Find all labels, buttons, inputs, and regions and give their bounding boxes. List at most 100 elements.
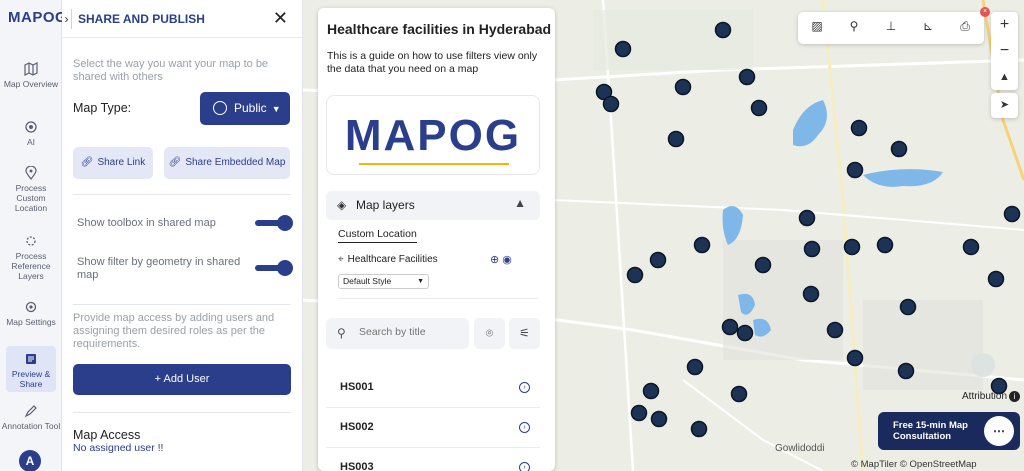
navigate-arrow-icon[interactable]: ➤: [991, 93, 1018, 118]
chat-icon[interactable]: ⋯: [984, 416, 1014, 446]
facility-marker[interactable]: [736, 324, 754, 342]
copyright: © MapTiler © OpenStreetMap contributors: [851, 459, 977, 471]
facility-marker[interactable]: [730, 385, 748, 403]
layer-item: ⌖ Healthcare Facilities: [338, 254, 438, 265]
facility-marker[interactable]: [798, 209, 816, 227]
facility-marker[interactable]: [962, 238, 980, 256]
search-icon[interactable]: ⚲: [845, 19, 863, 33]
facility-marker[interactable]: [846, 161, 864, 179]
divider: [338, 298, 538, 299]
style-select[interactable]: Default Style ▼: [338, 274, 429, 289]
facility-marker[interactable]: [626, 266, 644, 284]
globe-icon: [213, 101, 227, 115]
list-item[interactable]: HS001 ›: [326, 368, 540, 408]
facility-marker[interactable]: [693, 236, 711, 254]
facility-marker[interactable]: [754, 256, 772, 274]
card-title: Healthcare facilities in Hyderabad: [327, 21, 552, 37]
facility-marker[interactable]: [802, 285, 820, 303]
filter-settings-button[interactable]: ⚟: [509, 318, 540, 349]
app-logo[interactable]: MAPOG: [8, 9, 67, 26]
facility-marker[interactable]: [642, 382, 660, 400]
chevron-right-icon[interactable]: ›: [519, 462, 530, 471]
panel-header: › SHARE AND PUBLISH ✕: [62, 0, 302, 38]
annotation-icon: [24, 404, 38, 418]
facility-marker[interactable]: [850, 119, 868, 137]
facility-marker[interactable]: [843, 238, 861, 256]
facility-marker[interactable]: [686, 358, 704, 376]
rail-reference-layers[interactable]: Process Reference Layers: [0, 234, 62, 281]
rail-map-overview[interactable]: Map Overview: [0, 62, 62, 89]
facility-marker[interactable]: [890, 140, 908, 158]
close-badge[interactable]: ×: [980, 7, 990, 17]
zoom-out-button[interactable]: −: [991, 38, 1018, 64]
facility-marker[interactable]: [899, 298, 917, 316]
facility-marker[interactable]: [614, 40, 632, 58]
caret-up-icon[interactable]: ▲: [514, 196, 526, 210]
list-item[interactable]: HS003 ›: [326, 448, 540, 471]
facility-marker[interactable]: [876, 236, 894, 254]
facility-marker[interactable]: [674, 78, 692, 96]
facility-marker[interactable]: [1003, 205, 1021, 223]
attribution[interactable]: Attribution i: [962, 391, 1021, 402]
facility-marker[interactable]: [738, 68, 756, 86]
collapse-chevron-icon[interactable]: ›: [62, 9, 72, 29]
avatar[interactable]: A: [19, 450, 41, 471]
facility-marker[interactable]: [826, 321, 844, 339]
facility-marker[interactable]: [803, 240, 821, 258]
consultation-banner[interactable]: Free 15-min Map Consultation ⋯: [878, 412, 1020, 450]
facility-marker[interactable]: [714, 21, 732, 39]
no-user-message: No assigned user !!: [73, 442, 164, 454]
facility-marker[interactable]: [602, 95, 620, 113]
toggle-filter-geometry[interactable]: [255, 260, 293, 276]
info-icon[interactable]: i: [1009, 391, 1021, 402]
facility-marker[interactable]: [630, 404, 648, 422]
print-icon[interactable]: ⎙: [956, 19, 974, 34]
rail-preview-share[interactable]: Preview & Share: [6, 346, 56, 392]
toggle-toolbox[interactable]: [255, 215, 293, 231]
location-filter-button[interactable]: ⌾: [474, 318, 505, 349]
facility-marker[interactable]: [690, 420, 708, 438]
search-input[interactable]: [359, 326, 464, 338]
tab-custom-location[interactable]: Custom Location: [338, 228, 417, 243]
rail-custom-location[interactable]: Process Custom Location: [0, 165, 62, 213]
visibility-eye-icon[interactable]: ◉: [502, 254, 512, 266]
rail-ai[interactable]: AI: [0, 120, 62, 147]
facility-marker[interactable]: [721, 318, 739, 336]
chevron-right-icon[interactable]: ›: [519, 422, 530, 433]
layers-gear-icon: [24, 234, 38, 248]
facility-marker[interactable]: [897, 362, 915, 380]
share-embedded-button[interactable]: 🔗︎ Share Embedded Map: [164, 147, 290, 179]
card-description: This is a guide on how to use filters vi…: [327, 50, 538, 75]
share-link-button[interactable]: 🔗︎ Share Link: [73, 147, 153, 179]
facility-marker[interactable]: [750, 99, 768, 117]
location-pin-icon: ⌾: [485, 326, 494, 340]
compass-icon[interactable]: ▲: [991, 64, 1018, 90]
search-box: ⚲: [326, 318, 469, 349]
zoom-to-layer-icon[interactable]: ⊕: [490, 254, 499, 266]
share-intro-text: Select the way you want your map to be s…: [73, 58, 269, 83]
close-icon[interactable]: ✕: [273, 8, 288, 29]
list-item[interactable]: HS002 ›: [326, 408, 540, 448]
toggle-filter-label: Show filter by geometry in shared map: [77, 256, 241, 281]
link-icon: 🔗︎: [168, 157, 182, 168]
facility-marker[interactable]: [987, 270, 1005, 288]
measure-icon[interactable]: ⊾: [919, 19, 937, 33]
chevron-right-icon[interactable]: ›: [519, 382, 530, 393]
rail-map-settings[interactable]: Map Settings: [0, 300, 62, 327]
facility-marker[interactable]: [649, 251, 667, 269]
map-type-dropdown[interactable]: Public ▼: [200, 92, 290, 125]
facility-marker[interactable]: [667, 130, 685, 148]
user-location-icon[interactable]: ⊥: [882, 19, 900, 33]
rail-annotation-tool[interactable]: Annotation Tool: [0, 404, 62, 431]
facility-marker[interactable]: [846, 349, 864, 367]
logo-text: MAPOG: [344, 111, 522, 160]
facility-marker[interactable]: [650, 410, 668, 428]
add-user-button[interactable]: + Add User: [73, 364, 291, 395]
layer-name: Healthcare Facilities: [347, 254, 438, 265]
link-icon: 🔗︎: [80, 157, 94, 168]
map-view-icon[interactable]: ▨: [808, 19, 826, 33]
layer-actions: ⊕ ◉: [490, 253, 512, 266]
map-layers-header[interactable]: ◈ Map layers ▲: [326, 191, 540, 220]
zoom-in-button[interactable]: +: [991, 12, 1018, 38]
divider: [73, 304, 291, 305]
